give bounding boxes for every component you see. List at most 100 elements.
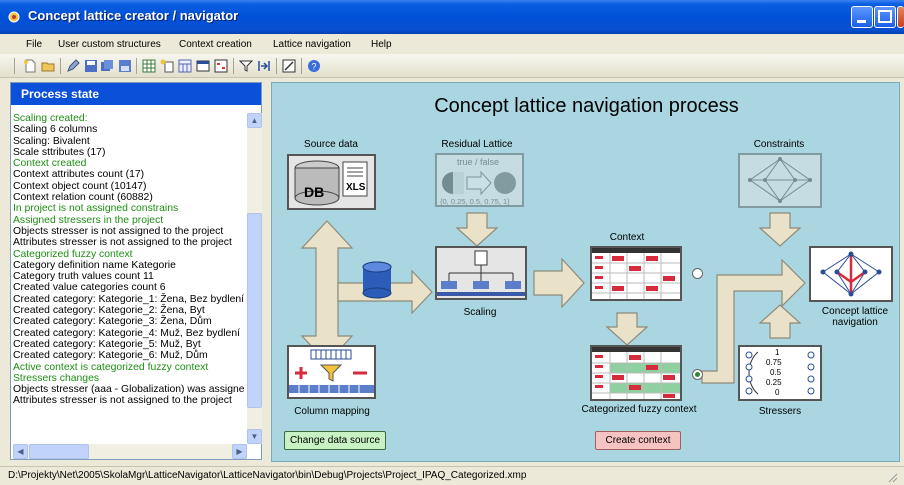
toolbar-separator xyxy=(136,58,137,74)
column-mapping-icon xyxy=(289,347,374,397)
log-line: In project is not assigned constrains xyxy=(13,203,179,215)
log-line: Objects stresser (aaa - Globalization) w… xyxy=(13,384,245,396)
log-line: Context attributes count (17) xyxy=(13,169,145,181)
menu-file[interactable]: File xyxy=(26,39,42,50)
scroll-right-icon[interactable]: ▶ xyxy=(232,444,247,459)
context-table-icon[interactable] xyxy=(214,59,228,73)
log-line: Created category: Kategorie_4: Muž, Bez … xyxy=(13,327,240,339)
context-matrix-icon xyxy=(592,248,680,299)
menu-lattice-navigation[interactable]: Lattice navigation xyxy=(273,39,351,50)
help-icon[interactable]: ? xyxy=(307,59,321,73)
navigation-label-line2: navigation xyxy=(832,317,878,328)
svg-text:?: ? xyxy=(311,62,316,72)
log-line: Active context is categorized fuzzy cont… xyxy=(13,361,209,373)
constraints-box[interactable] xyxy=(738,153,822,208)
source-data-label: Source data xyxy=(304,139,358,150)
stressers-box[interactable]: 1 0.75 0.5 0.25 0 xyxy=(738,345,822,401)
scroll-up-icon[interactable]: ▲ xyxy=(247,113,262,128)
split-icon[interactable] xyxy=(257,59,271,73)
categorized-context-label: Categorized fuzzy context xyxy=(581,404,697,415)
stressers-label: Stressers xyxy=(758,406,802,417)
title-bar[interactable]: Concept lattice creator / navigator xyxy=(0,0,904,34)
graph-icon[interactable] xyxy=(282,59,296,73)
database-icon xyxy=(362,261,392,299)
filter-icon[interactable] xyxy=(239,59,253,73)
log-line: Created value categories count 6 xyxy=(13,282,166,294)
toolbar: ? xyxy=(0,54,904,78)
log-line: Context relation count (60882) xyxy=(13,192,153,204)
maximize-button[interactable] xyxy=(874,6,896,28)
change-data-source-button[interactable]: Change data source xyxy=(284,431,386,450)
close-button[interactable] xyxy=(897,6,904,28)
new-icon[interactable] xyxy=(23,59,37,73)
log-line: Created category: Kategorie_2: Žena, Byt xyxy=(13,305,205,317)
status-file-path: D:\Projekty\Net\2005\SkolaMgr\LatticeNav… xyxy=(8,470,527,481)
context-label: Context xyxy=(609,232,645,243)
menu-user-custom-structures[interactable]: User custom structures xyxy=(58,39,161,50)
toolbar-separator xyxy=(301,58,302,74)
log-line: Scaling created: xyxy=(13,113,88,124)
menu-context-creation[interactable]: Context creation xyxy=(179,39,252,50)
scaling-tree-icon xyxy=(437,250,525,296)
window-title: Concept lattice creator / navigator xyxy=(28,8,239,23)
log-line: Assigned stressers in the project xyxy=(13,214,164,226)
resize-grip-icon[interactable] xyxy=(886,471,898,483)
stress-value-0: 0 xyxy=(775,388,780,397)
edit-icon[interactable] xyxy=(66,59,80,73)
scroll-down-icon[interactable]: ▼ xyxy=(247,429,262,444)
context-radio[interactable] xyxy=(692,268,703,279)
matrix-icon[interactable] xyxy=(196,59,210,73)
xls-label: XLS xyxy=(346,182,366,193)
toolbar-grip xyxy=(14,58,15,74)
stress-value-075: 0.75 xyxy=(766,358,782,367)
log-line: Created category: Kategorie_1: Žena, Bez… xyxy=(13,293,245,305)
lattice-graph-icon xyxy=(748,157,812,203)
stress-value-05: 0.5 xyxy=(770,368,782,377)
stress-value-025: 0.25 xyxy=(766,378,782,387)
open-icon[interactable] xyxy=(41,59,55,73)
log-line: Stressers changes xyxy=(13,372,100,384)
scroll-left-icon[interactable]: ◀ xyxy=(13,444,28,459)
column-mapping-box[interactable] xyxy=(287,345,376,399)
lattice-navigation-box[interactable] xyxy=(809,246,893,302)
app-icon xyxy=(8,11,20,23)
log-line: Objects stresser is not assigned to the … xyxy=(13,225,224,237)
process-state-header: Process state xyxy=(11,83,261,105)
categorized-context-box[interactable] xyxy=(590,345,682,401)
log-line: Created category: Kategorie_6: Muž, Dům xyxy=(13,350,208,362)
process-diagram: Concept lattice navigation process Sourc… xyxy=(271,82,900,462)
log-line: Category definition name Kategorie xyxy=(13,259,176,271)
process-state-panel: Process state Scaling created: Scaling 6 … xyxy=(10,82,262,460)
categorized-context-radio[interactable] xyxy=(692,369,703,380)
scaling-box[interactable] xyxy=(435,246,527,300)
log-line: Attributes stresser is not assigned to t… xyxy=(13,237,232,249)
constraints-label: Constraints xyxy=(753,139,805,150)
log-line: Scaling 6 columns xyxy=(13,124,98,136)
add-column-icon[interactable] xyxy=(160,59,174,73)
context-box[interactable] xyxy=(590,246,682,301)
minimize-button[interactable] xyxy=(851,6,873,28)
vertical-scrollbar[interactable]: ▲ ▼ xyxy=(247,113,262,444)
save-icon[interactable] xyxy=(84,59,98,73)
toolbar-separator xyxy=(233,58,234,74)
residual-lattice-box[interactable]: true / false {0, 0.25, 0.5, 0.75, 1} xyxy=(435,153,524,207)
minimize-icon xyxy=(857,20,866,23)
horizontal-scroll-thumb[interactable] xyxy=(29,444,89,459)
export-icon[interactable] xyxy=(118,59,132,73)
save-as-icon[interactable] xyxy=(100,59,114,73)
grid-icon[interactable] xyxy=(178,59,192,73)
horizontal-scrollbar[interactable]: ◀ ▶ xyxy=(13,444,247,459)
maximize-icon xyxy=(878,10,892,23)
table-icon[interactable] xyxy=(142,59,156,73)
toolbar-separator xyxy=(276,58,277,74)
toolbar-separator xyxy=(60,58,61,74)
create-context-button[interactable]: Create context xyxy=(595,431,681,450)
log-line: Context object count (10147) xyxy=(13,180,147,192)
menu-help[interactable]: Help xyxy=(371,39,392,50)
scroll-thumb[interactable] xyxy=(247,213,262,408)
residual-lattice-label: Residual Lattice xyxy=(441,139,513,150)
column-mapping-label: Column mapping xyxy=(294,406,370,417)
log-line: Category truth values count 11 xyxy=(13,271,154,283)
menu-bar: File User custom structures Context crea… xyxy=(0,34,904,54)
source-data-box[interactable]: DB XLS xyxy=(287,154,376,210)
